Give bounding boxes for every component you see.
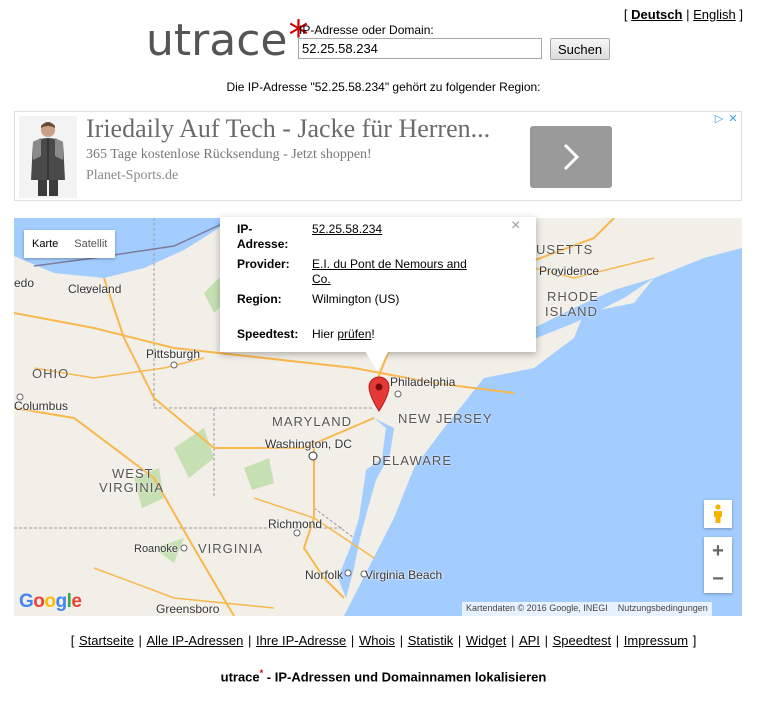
ad-open-button[interactable] [530, 126, 612, 188]
map-label-cleveland: Cleveland [68, 282, 122, 296]
region-key: Region: [237, 292, 282, 306]
zoom-control: + − [704, 537, 732, 593]
map-label-providence: Providence [539, 264, 600, 278]
google-letter: G [19, 591, 34, 612]
search-button[interactable]: Suchen [550, 38, 610, 60]
google-letter: o [44, 591, 56, 612]
map-label-virginia: VIRGINIA [198, 541, 264, 556]
separator: | [247, 633, 252, 648]
map-label-philadelphia: Philadelphia [390, 375, 456, 389]
ip-key-2: Adresse: [237, 237, 289, 251]
ip-key: IP- [237, 222, 253, 236]
advertisement-banner[interactable]: Iriedaily Auf Tech - Jacke für Herren...… [14, 111, 742, 201]
ad-choices[interactable]: ▷ ✕ [713, 113, 739, 125]
ip-value-link[interactable]: 52.25.58.234 [312, 221, 382, 237]
tagline: utrace* - IP-Adressen und Domainnamen lo… [0, 668, 767, 684]
speedtest-suffix: ! [371, 327, 375, 341]
map-type-karte[interactable]: Karte [24, 230, 66, 258]
language-switch: [ Deutsch | English ] [624, 7, 743, 22]
zoom-out-button[interactable]: − [704, 565, 732, 593]
footer-link-impressum[interactable]: Impressum [624, 633, 688, 648]
separator: | [544, 633, 548, 648]
google-letter: o [33, 591, 45, 612]
ad-product-image[interactable] [19, 116, 77, 198]
ip-search-input[interactable] [298, 38, 542, 59]
speedtest-value: Hier prüfen! [312, 326, 375, 342]
lang-english-link[interactable]: English [693, 7, 736, 22]
footer-link-startseite[interactable]: Startseite [79, 633, 134, 648]
ip-input-label: IP-Adresse oder Domain: [299, 23, 434, 37]
street-view-pegman-icon[interactable] [704, 500, 732, 528]
provider-value-link[interactable]: E.I. du Pont de Nemours and [312, 256, 467, 272]
map-label-edo: edo [14, 276, 35, 290]
lang-deutsch-link[interactable]: Deutsch [631, 7, 682, 22]
logo-text: utrace [146, 15, 288, 66]
map-attribution: Kartendaten © 2016 Google, INEGI Nutzungs… [462, 602, 712, 616]
ad-title[interactable]: Iriedaily Auf Tech - Jacke für Herren... [86, 114, 490, 144]
footer-link-ihre-ip[interactable]: Ihre IP-Adresse [256, 633, 346, 648]
provider-key: Provider: [237, 257, 290, 271]
footer-link-speedtest[interactable]: Speedtest [553, 633, 612, 648]
tagline-brand: utrace [220, 669, 260, 685]
ad-site: Planet-Sports.de [86, 168, 179, 183]
google-letter: e [71, 591, 82, 612]
map-label-pittsburgh: Pittsburgh [146, 347, 201, 361]
map-label-washington: Washington, DC [265, 437, 352, 451]
separator: | [350, 633, 355, 648]
tagline-text: - IP-Adressen und Domainnamen lokalisier… [263, 669, 547, 685]
separator: | [686, 7, 690, 22]
footer-navigation: [ Startseite | Alle IP-Adressen | Ihre I… [0, 633, 767, 648]
map-label-virginia-west: VIRGINIA [99, 480, 165, 495]
google-letter: g [55, 591, 68, 612]
bracket-close: ] [692, 633, 697, 648]
ad-subtitle: 365 Tage kostenlose Rücksendung - Jetzt … [86, 147, 372, 162]
footer-link-api[interactable]: API [519, 633, 540, 648]
location-marker-icon[interactable] [368, 376, 390, 412]
region-heading: Die IP-Adresse "52.25.58.234" gehört zu … [226, 80, 541, 94]
map-label-island: ISLAND [545, 304, 598, 319]
map-type-satellit[interactable]: Satellit [66, 230, 115, 258]
footer-link-statistik[interactable]: Statistik [408, 633, 454, 648]
map-label-norfolk: Norfolk [305, 568, 344, 582]
info-window-pointer [365, 351, 389, 371]
terms-link[interactable]: Nutzungsbedingungen [618, 603, 708, 613]
bracket-open: [ [70, 633, 75, 648]
map-label-richmond: Richmond [268, 517, 323, 531]
chevron-right-icon [563, 143, 580, 171]
separator: | [138, 633, 142, 648]
speedtest-prefix: Hier [312, 327, 338, 341]
separator: | [399, 633, 404, 648]
map-label-delaware: DELAWARE [372, 453, 452, 468]
google-logo[interactable]: Google [19, 591, 82, 613]
speedtest-key: Speedtest: [237, 327, 299, 341]
map-label-virginia-beach: Virginia Beach [365, 568, 443, 582]
footer-link-whois[interactable]: Whois [359, 633, 395, 648]
map-data-credit: Kartendaten © 2016 Google, INEGI [466, 603, 608, 613]
adchoices-icon[interactable]: ▷ [713, 113, 725, 125]
map-type-control[interactable]: Karte Satellit [24, 230, 116, 258]
speedtest-link[interactable]: prüfen [337, 327, 371, 341]
map-label-new-jersey: NEW JERSEY [398, 411, 493, 426]
utrace-logo[interactable]: utrace* [146, 13, 308, 67]
zoom-in-button[interactable]: + [704, 537, 732, 565]
close-icon[interactable]: ✕ [727, 113, 739, 125]
separator: | [457, 633, 462, 648]
separator: | [510, 633, 515, 648]
bracket-open: [ [623, 7, 628, 22]
map-label-rhode: RHODE [547, 289, 599, 304]
footer-link-widget[interactable]: Widget [466, 633, 506, 648]
map-label-greensboro: Greensboro [156, 602, 220, 616]
close-icon[interactable]: × [511, 217, 520, 235]
map-label-roanoke: Roanoke [134, 543, 179, 555]
bracket-close: ] [739, 7, 743, 22]
region-value: Wilmington (US) [312, 292, 400, 306]
map-label-ohio: OHIO [32, 366, 70, 381]
provider-value-link-2[interactable]: Co. [312, 271, 331, 287]
map-label-maryland: MARYLAND [272, 414, 353, 429]
separator: | [615, 633, 620, 648]
map-label-columbus: Columbus [14, 399, 69, 413]
map-label-west: WEST [112, 466, 154, 481]
footer-link-alle-ip[interactable]: Alle IP-Adressen [147, 633, 244, 648]
map-label-usetts: USETTS [536, 242, 594, 257]
